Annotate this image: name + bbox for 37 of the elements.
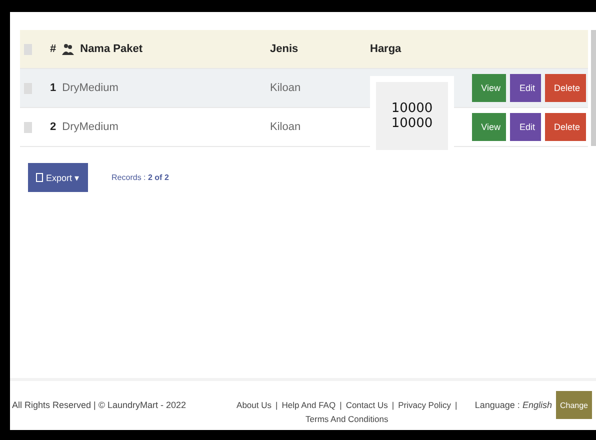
records-count: Records : 2 of 2 [112, 173, 169, 182]
edit-button[interactable]: Edit [510, 74, 541, 102]
delete-button[interactable]: Delete [544, 113, 586, 141]
price-text: 10000 [391, 101, 433, 116]
table-cell: DryMedium [62, 82, 118, 94]
footer-link[interactable]: Contact Us [346, 400, 388, 410]
column-header: Jenis [270, 43, 300, 55]
table-cell-text: Kiloan [270, 121, 302, 133]
copyright-text: All Rights Reserved | © LaundryMart - 2022 [12, 400, 186, 410]
language-label: Language : English [474, 400, 552, 410]
delete-button[interactable]: Delete [544, 74, 586, 102]
edit-button[interactable]: Edit [510, 113, 541, 141]
separator: | [340, 400, 342, 410]
document-icon [36, 173, 43, 182]
price-text: 10000 [391, 116, 433, 131]
row-checkbox[interactable] [24, 44, 32, 54]
row-number: 2 [50, 121, 56, 133]
column-header: # [50, 43, 56, 55]
change-button[interactable]: Change [556, 391, 592, 419]
view-button[interactable]: View [472, 74, 506, 102]
row-number: 1 [50, 82, 56, 94]
separator: | [454, 400, 458, 410]
column-header: Nama Paket [80, 43, 142, 55]
people-icon [62, 43, 74, 55]
footer-link[interactable]: Privacy Policy [398, 400, 451, 410]
row-checkbox[interactable] [24, 122, 32, 132]
scrollbar[interactable] [591, 30, 596, 146]
column-header: Harga [370, 43, 402, 55]
view-button[interactable]: View [472, 113, 506, 141]
separator: | [392, 400, 394, 410]
footer-link[interactable]: About Us [236, 400, 272, 410]
table-cell-text: Kiloan [270, 82, 302, 94]
table-cell: DryMedium [62, 121, 118, 133]
footer-link[interactable]: Help And FAQ [282, 400, 336, 410]
export-button[interactable]: Export ▾ [28, 163, 88, 192]
separator: | [276, 400, 278, 410]
footer-link[interactable]: Terms And Conditions [306, 414, 388, 424]
